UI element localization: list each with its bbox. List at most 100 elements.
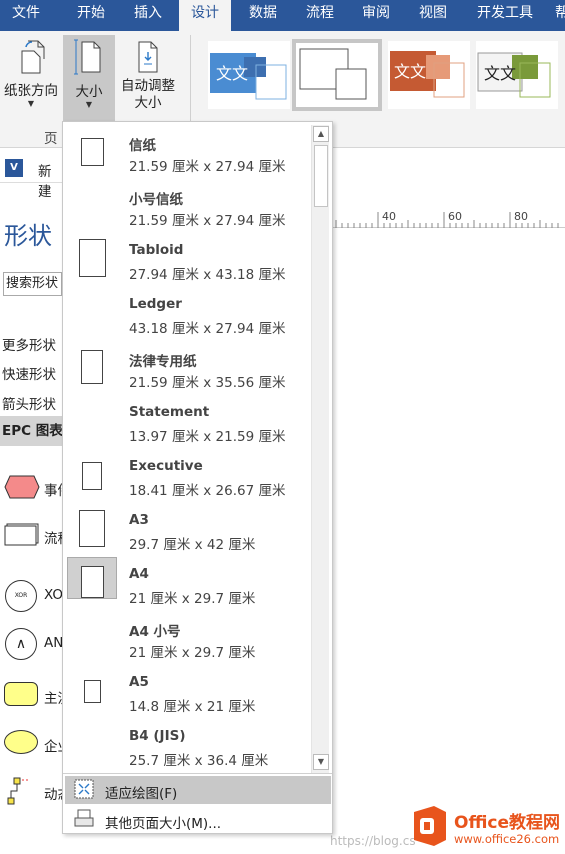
- size-option-a4-small[interactable]: A4 小号 21 厘米 x 29.7 厘米: [63, 611, 311, 665]
- size-option-a5[interactable]: A5 14.8 厘米 x 21 厘米: [63, 665, 311, 719]
- menu-scrollbar[interactable]: ▲ ▼: [311, 125, 329, 773]
- drawing-canvas[interactable]: 40 60 80 https://blog.cs Office教程网 www.o…: [330, 148, 565, 854]
- shape-org-label: 企业: [44, 739, 62, 755]
- scroll-up-icon[interactable]: ▲: [313, 126, 329, 142]
- size-option-name: A3: [129, 512, 149, 528]
- ruler-label: 80: [514, 210, 528, 223]
- size-option-dimensions: 27.94 厘米 x 43.18 厘米: [129, 267, 286, 283]
- size-option-dimensions: 21.59 厘米 x 27.94 厘米: [129, 159, 286, 175]
- theme-blue-preview: 文文: [210, 53, 287, 100]
- shape-and-label: AND: [44, 635, 62, 651]
- org-ellipse-icon: [4, 730, 38, 754]
- size-option-dimensions: 14.8 厘米 x 21 厘米: [129, 699, 256, 715]
- size-option-name: 小号信纸: [129, 192, 183, 208]
- size-option-small-letter[interactable]: 小号信纸 21.59 厘米 x 27.94 厘米: [63, 179, 311, 233]
- arrow-shapes-item[interactable]: 箭头形状: [2, 393, 56, 413]
- size-option-name: Executive: [129, 458, 203, 474]
- size-option-dimensions: 21.59 厘米 x 35.56 厘米: [129, 375, 286, 391]
- shape-org[interactable]: 企业: [0, 726, 62, 760]
- epc-stencil-item[interactable]: EPC 图表: [0, 416, 62, 446]
- ruler-label: 60: [448, 210, 462, 223]
- tab-review[interactable]: 审阅: [352, 0, 400, 31]
- visio-icon: V: [5, 159, 23, 177]
- shape-flow[interactable]: 流程: [0, 518, 62, 552]
- size-option-dimensions: 21 厘米 x 29.7 厘米: [129, 591, 256, 607]
- more-page-sizes-label: 其他页面大小(M)...: [105, 816, 222, 832]
- size-button[interactable]: 大小 ▼: [63, 35, 115, 121]
- and-circle-icon: ∧: [5, 628, 37, 660]
- shape-main-label: 主流: [44, 691, 62, 707]
- shape-main[interactable]: 主流: [0, 678, 62, 712]
- size-option-name: A4 小号: [129, 624, 181, 640]
- tab-insert[interactable]: 插入: [123, 0, 173, 31]
- shape-xor-label: XOR: [44, 587, 62, 603]
- size-option-dimensions: 13.97 厘米 x 21.59 厘米: [129, 429, 286, 445]
- theme-orange[interactable]: 文文: [388, 41, 470, 109]
- size-option-name: Statement: [129, 404, 210, 420]
- page-thumbnail: [79, 510, 105, 547]
- shape-and[interactable]: ∧ AND: [0, 626, 62, 660]
- tab-developer[interactable]: 开发工具: [467, 0, 543, 31]
- size-option-name: B4 (JIS): [129, 728, 186, 744]
- paper-orientation-label: 纸张方向: [4, 83, 58, 99]
- paper-orientation-button[interactable]: 纸张方向 ▼: [0, 36, 62, 116]
- shape-action[interactable]: 动态: [0, 774, 62, 808]
- search-shapes-input[interactable]: 搜索形状: [3, 272, 62, 296]
- auto-size-icon: [138, 41, 158, 73]
- more-page-sizes-item[interactable]: 其他页面大小(M)...: [65, 806, 331, 834]
- size-option-ledger[interactable]: Ledger 43.18 厘米 x 27.94 厘米: [63, 287, 311, 341]
- auto-fit-label-1: 自动调整: [121, 78, 175, 94]
- shapes-pane-title: 形状: [4, 222, 52, 250]
- size-option-dimensions: 18.41 厘米 x 26.67 厘米: [129, 483, 286, 499]
- new-document-label[interactable]: 新建: [38, 160, 62, 200]
- size-option-statement[interactable]: Statement 13.97 厘米 x 21.59 厘米: [63, 395, 311, 449]
- theme-none[interactable]: [292, 39, 382, 111]
- theme-green[interactable]: 文文: [476, 41, 558, 109]
- size-option-tabloid[interactable]: Tabloid 27.94 厘米 x 43.18 厘米: [63, 233, 311, 287]
- quick-shapes-item[interactable]: 快速形状: [2, 363, 56, 383]
- action-connector-icon: [7, 777, 30, 805]
- page-orientation-icon: [21, 40, 45, 74]
- document-bar: V 新建: [0, 151, 62, 200]
- group-label-page: 页: [44, 131, 58, 147]
- tab-view[interactable]: 视图: [409, 0, 457, 31]
- ribbon-tab-bar: 文件 开始 插入 设计 数据 流程 审阅 视图 开发工具 帮: [0, 0, 565, 31]
- page-thumbnail: [81, 566, 104, 598]
- theme-text: 文文: [216, 64, 248, 83]
- scroll-down-icon[interactable]: ▼: [313, 754, 329, 770]
- page-thumbnail: [81, 350, 103, 384]
- auto-fit-size-button[interactable]: 自动调整 大小: [116, 36, 180, 122]
- fit-to-drawing-label: 适应绘图(F): [105, 786, 178, 802]
- size-option-name: A4: [129, 566, 149, 582]
- tab-data[interactable]: 数据: [239, 0, 287, 31]
- shape-event[interactable]: 事件: [0, 470, 62, 504]
- tab-home[interactable]: 开始: [66, 0, 116, 31]
- size-option-b4-jis[interactable]: B4 (JIS) 25.7 厘米 x 36.4 厘米: [63, 719, 311, 773]
- shape-event-label: 事件: [44, 483, 62, 499]
- scrollbar-thumb[interactable]: [314, 145, 328, 207]
- office-logo-icon: [410, 804, 450, 848]
- auto-fit-label-2: 大小: [134, 95, 162, 111]
- size-option-executive[interactable]: Executive 18.41 厘米 x 26.67 厘米: [63, 449, 311, 503]
- size-option-a4[interactable]: A4 21 厘米 x 29.7 厘米: [63, 557, 311, 611]
- fit-to-drawing-icon: [74, 779, 94, 799]
- page-size-icon: [74, 39, 101, 75]
- theme-text: 文文: [484, 64, 516, 83]
- size-option-letter[interactable]: 信纸 21.59 厘米 x 27.94 厘米: [63, 125, 311, 179]
- tab-file[interactable]: 文件: [0, 0, 52, 31]
- fit-to-drawing-item[interactable]: 适应绘图(F): [65, 776, 331, 804]
- tab-design[interactable]: 设计: [179, 0, 231, 31]
- page-thumbnail: [82, 462, 102, 490]
- watermark-site: www.office26.com: [454, 832, 560, 846]
- theme-blue[interactable]: 文文: [208, 41, 290, 109]
- page-thumbnail: [79, 239, 106, 277]
- shape-xor[interactable]: XOR XOR: [0, 578, 62, 612]
- size-option-legal[interactable]: 法律专用纸 21.59 厘米 x 35.56 厘米: [63, 341, 311, 395]
- size-option-a3[interactable]: A3 29.7 厘米 x 42 厘米: [63, 503, 311, 557]
- size-option-dimensions: 43.18 厘米 x 27.94 厘米: [129, 321, 286, 337]
- tab-process[interactable]: 流程: [296, 0, 344, 31]
- watermark-url: https://blog.cs: [330, 834, 416, 848]
- theme-green-preview: 文文: [477, 52, 551, 98]
- more-shapes-item[interactable]: 更多形状: [2, 334, 56, 354]
- tab-help[interactable]: 帮: [555, 0, 565, 31]
